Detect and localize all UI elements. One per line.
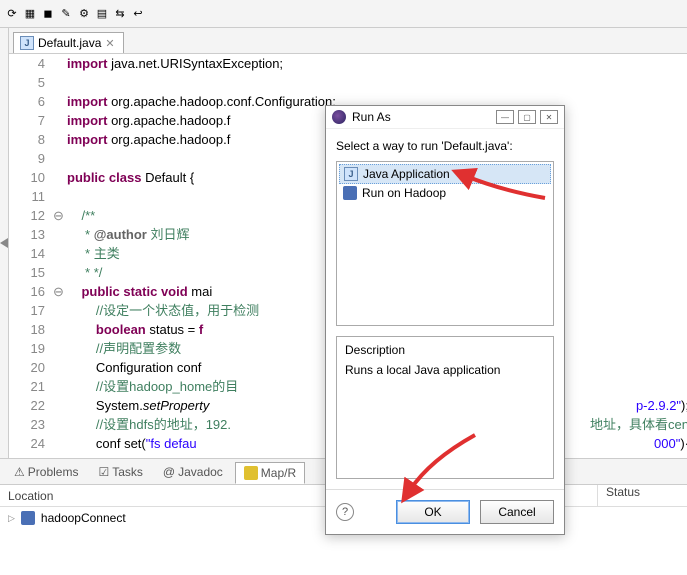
tab-mapreduce[interactable]: Map/R (235, 462, 305, 484)
hadoop-icon (244, 466, 258, 480)
dialog-prompt: Select a way to run 'Default.java': (336, 139, 554, 153)
toolbar-icon[interactable]: ⚙ (76, 6, 92, 22)
toolbar-icon[interactable]: ▤ (94, 6, 110, 22)
run-as-dialog: Run As — ▢ ✕ Select a way to run 'Defaul… (325, 105, 565, 535)
tab-label: Default.java (38, 36, 101, 50)
tasks-icon: ☑ (98, 465, 109, 479)
hadoop-icon (343, 186, 357, 200)
description-body: Runs a local Java application (345, 363, 545, 377)
editor-tab-default-java[interactable]: J Default.java ✕ (13, 32, 124, 53)
java-app-icon: J (344, 167, 358, 181)
description-box: Description Runs a local Java applicatio… (336, 336, 554, 479)
column-status[interactable]: Status (597, 485, 687, 507)
minimize-icon[interactable]: — (496, 110, 514, 124)
expand-icon[interactable]: ▷ (8, 513, 15, 524)
panel-toggle[interactable] (0, 28, 9, 458)
run-option-hadoop[interactable]: Run on Hadoop (339, 184, 551, 202)
toolbar-icon[interactable]: ✎ (58, 6, 74, 22)
maximize-icon[interactable]: ▢ (518, 110, 536, 124)
main-toolbar: ⟳ ▦ ◼ ✎ ⚙ ▤ ⇆ ↩ (0, 0, 687, 28)
run-option-java-application[interactable]: J Java Application (339, 164, 551, 184)
toolbar-icon[interactable]: ⟳ (4, 6, 20, 22)
java-file-icon: J (20, 36, 34, 50)
tab-tasks[interactable]: ☑Tasks (90, 462, 150, 482)
close-icon[interactable]: ✕ (540, 110, 558, 124)
tab-problems[interactable]: ⚠Problems (6, 462, 86, 482)
row-label: hadoopConnect (41, 511, 126, 525)
cancel-button[interactable]: Cancel (480, 500, 554, 524)
ok-button[interactable]: OK (396, 500, 470, 524)
toolbar-icon[interactable]: ◼ (40, 6, 56, 22)
editor-tabs: J Default.java ✕ (9, 28, 687, 54)
problems-icon: ⚠ (14, 465, 25, 479)
close-icon[interactable]: ✕ (105, 37, 114, 50)
help-icon[interactable]: ? (336, 503, 354, 521)
run-options-list[interactable]: J Java Application Run on Hadoop (336, 161, 554, 326)
description-header: Description (345, 343, 545, 357)
tab-javadoc[interactable]: @Javadoc (155, 462, 231, 482)
dialog-title: Run As (352, 110, 492, 124)
toolbar-icon[interactable]: ↩ (130, 6, 146, 22)
toolbar-icon[interactable]: ⇆ (112, 6, 128, 22)
toolbar-icon[interactable]: ▦ (22, 6, 38, 22)
dialog-titlebar[interactable]: Run As — ▢ ✕ (326, 106, 564, 129)
eclipse-icon (332, 110, 346, 124)
hadoop-icon (21, 511, 35, 525)
javadoc-icon: @ (163, 465, 175, 479)
